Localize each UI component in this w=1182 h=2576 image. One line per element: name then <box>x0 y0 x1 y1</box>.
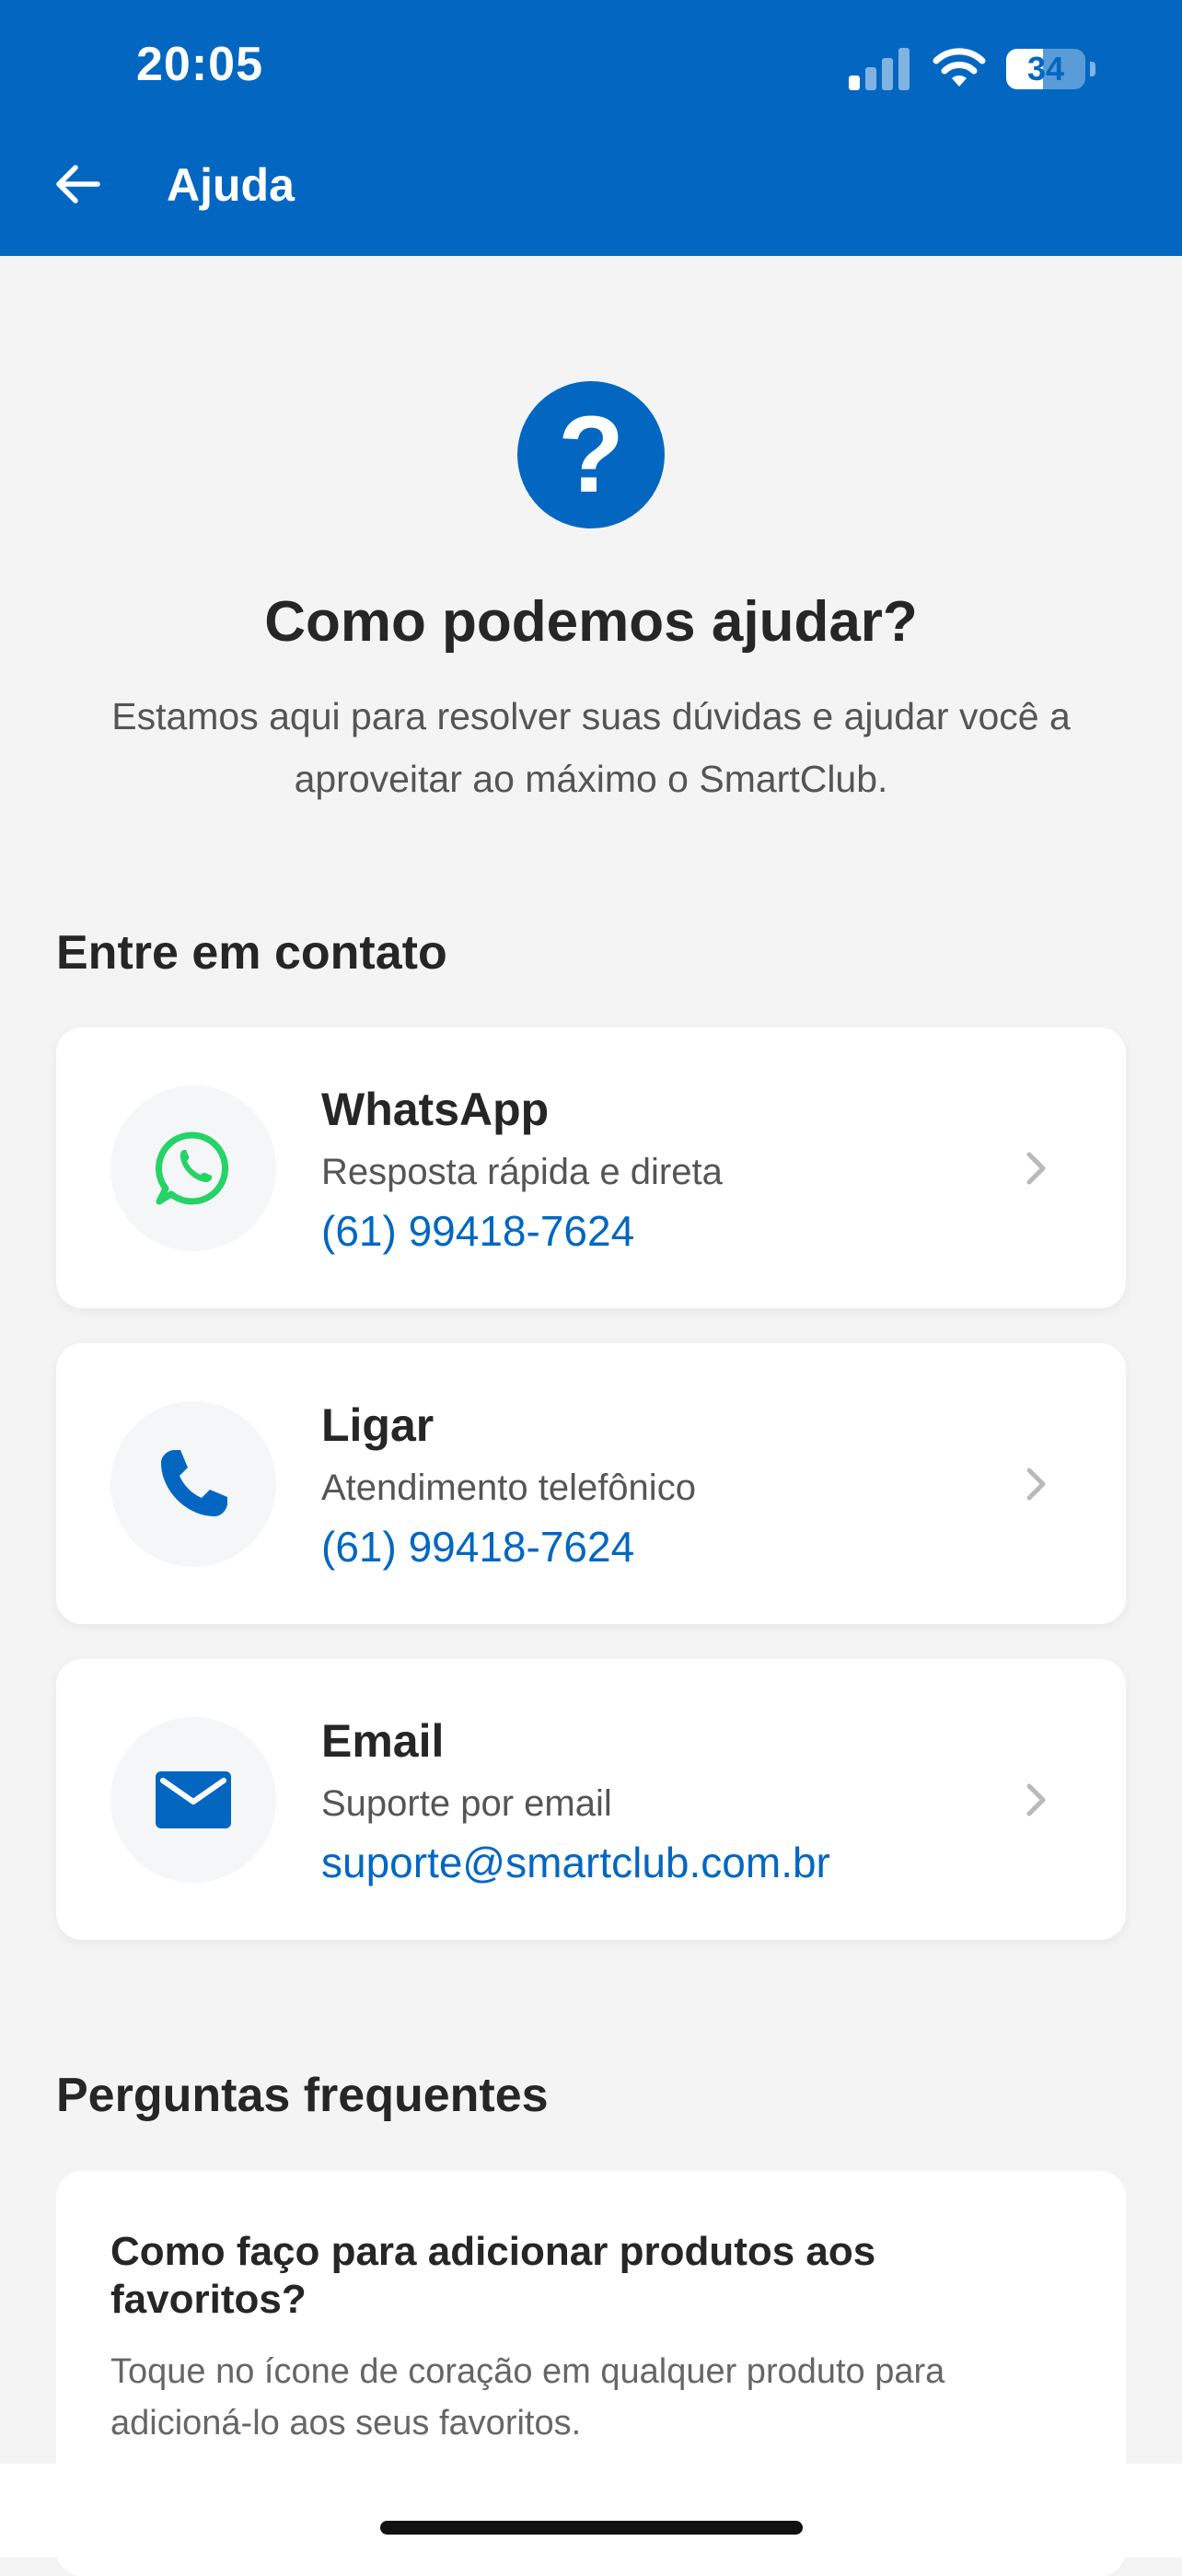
cellular-signal-icon <box>849 48 910 90</box>
chevron-right-icon <box>1026 1152 1046 1185</box>
chevron-right-icon <box>1026 1468 1046 1501</box>
battery-level: 34 <box>1026 50 1065 87</box>
chevron-right-icon <box>1026 1783 1046 1816</box>
contact-card-phone[interactable]: Ligar Atendimento telefônico (61) 99418-… <box>56 1343 1126 1624</box>
faq-question: Como faço para adicionar produtos aos fa… <box>110 2229 876 2322</box>
top-app-bar: 20:05 34 Ajuda <box>0 0 1182 256</box>
page-title: Ajuda <box>167 159 295 211</box>
faq-section-title: Perguntas frequentes <box>56 2069 549 2122</box>
email-title: Email <box>321 1715 445 1767</box>
whatsapp-icon <box>155 1131 229 1205</box>
contact-card-whatsapp[interactable]: WhatsApp Resposta rápida e direta (61) 9… <box>56 1027 1126 1308</box>
phone-subtitle: Atendimento telefônico <box>321 1468 696 1508</box>
wifi-icon <box>933 48 986 87</box>
phone-title: Ligar <box>321 1399 435 1451</box>
phone-icon <box>161 1450 227 1516</box>
phone-number[interactable]: (61) 99418-7624 <box>321 1522 634 1572</box>
mail-icon-container <box>110 1717 276 1883</box>
faq-answer: Toque no ícone de coração em qualquer pr… <box>110 2352 945 2443</box>
whatsapp-title: WhatsApp <box>321 1084 550 1135</box>
status-time: 20:05 <box>136 38 263 91</box>
home-indicator-area <box>0 2464 1182 2558</box>
help-question-icon: ? <box>517 381 665 528</box>
contact-card-email[interactable]: Email Suporte por email suporte@smartclu… <box>56 1659 1126 1940</box>
hero-title: Como podemos ajudar? <box>264 590 918 654</box>
home-indicator[interactable] <box>380 2521 803 2535</box>
contact-section-title: Entre em contato <box>56 926 447 980</box>
email-address[interactable]: suporte@smartclub.com.br <box>321 1838 830 1887</box>
whatsapp-icon-container <box>110 1085 276 1251</box>
whatsapp-subtitle: Resposta rápida e direta <box>321 1152 723 1192</box>
back-arrow-icon[interactable] <box>50 157 105 212</box>
phone-icon-container <box>110 1401 276 1567</box>
battery-tip <box>1090 62 1095 76</box>
mail-icon <box>156 1771 231 1828</box>
hero-subtitle: Estamos aqui para resolver suas dúvidas … <box>111 695 1071 800</box>
battery-icon: 34 <box>1006 49 1085 89</box>
email-subtitle: Suporte por email <box>321 1783 612 1824</box>
whatsapp-number[interactable]: (61) 99418-7624 <box>321 1206 634 1256</box>
